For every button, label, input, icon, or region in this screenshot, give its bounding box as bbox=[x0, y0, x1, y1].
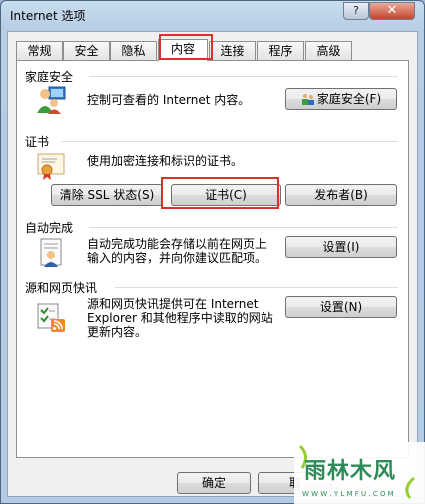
autocomplete-description-line1: 自动完成功能会存储以前在网页上 bbox=[87, 237, 268, 251]
tab-connections[interactable]: 连接 bbox=[209, 41, 256, 60]
publishers-button[interactable]: 发布者(B) bbox=[285, 184, 397, 206]
certificates-title: 证书 bbox=[25, 135, 50, 149]
feeds-description-line1: 源和网页快讯提供可在 Internet bbox=[87, 297, 259, 311]
feeds-title: 源和网页快讯 bbox=[25, 281, 98, 295]
certificate-icon bbox=[37, 153, 65, 180]
feeds-rss-icon bbox=[37, 303, 65, 332]
tab-content[interactable]: 内容 bbox=[158, 39, 208, 61]
ok-button[interactable]: 确定 bbox=[177, 472, 251, 494]
autocomplete-icon bbox=[40, 238, 62, 267]
feeds-description-line2: Explorer 和其他程序中读取的网站 bbox=[87, 311, 273, 325]
family-safety-separator bbox=[89, 76, 398, 77]
certificates-description: 使用加密连接和标识的证书。 bbox=[87, 154, 244, 168]
autocomplete-settings-button[interactable]: 设置(I) bbox=[285, 236, 397, 258]
autocomplete-separator bbox=[89, 227, 398, 228]
family-safety-small-icon bbox=[301, 94, 314, 105]
clear-ssl-state-button[interactable]: 清除 SSL 状态(S) bbox=[51, 184, 163, 206]
feeds-separator bbox=[115, 287, 398, 288]
watermark-url: W W W . Y L M F U . C O M bbox=[302, 490, 394, 498]
family-safety-button[interactable]: 家庭安全(F) bbox=[285, 88, 397, 110]
content-tab-panel: 家庭安全 控制可查看的 Internet 内容。 家庭安全(F) 证书 使用加密… bbox=[16, 60, 409, 458]
window-title: Internet 选项 bbox=[10, 9, 86, 23]
feeds-description-line3: 更新内容。 bbox=[87, 325, 148, 339]
tab-advanced[interactable]: 高级 bbox=[305, 41, 352, 60]
tab-general[interactable]: 常规 bbox=[16, 41, 63, 60]
autocomplete-description-line2: 输入的内容，并向你建议匹配项。 bbox=[87, 251, 268, 265]
feeds-settings-button[interactable]: 设置(N) bbox=[285, 296, 397, 318]
family-safety-button-label: 家庭安全(F) bbox=[316, 92, 382, 106]
family-safety-icon bbox=[37, 86, 66, 114]
autocomplete-title: 自动完成 bbox=[25, 221, 74, 235]
title-bar[interactable]: Internet 选项 ? ✕ bbox=[1, 1, 424, 31]
tab-programs[interactable]: 程序 bbox=[257, 41, 304, 60]
certificates-separator bbox=[61, 141, 398, 142]
family-safety-description: 控制可查看的 Internet 内容。 bbox=[87, 93, 251, 107]
ylmfu-watermark-logo: 雨林木风 W W W . Y L M F U . C O M bbox=[294, 442, 425, 504]
dialog-client-area: 常规 安全 隐私 内容 连接 程序 高级 家庭安全 控制可查看的 Interne… bbox=[7, 31, 418, 497]
internet-options-window: Internet 选项 ? ✕ 常规 安全 隐私 内容 连接 程序 高级 家庭安… bbox=[0, 0, 425, 504]
tab-security[interactable]: 安全 bbox=[63, 41, 110, 60]
certificates-button[interactable]: 证书(C) bbox=[171, 184, 281, 206]
tab-privacy[interactable]: 隐私 bbox=[110, 41, 157, 60]
close-button[interactable]: ✕ bbox=[369, 2, 415, 20]
help-button[interactable]: ? bbox=[343, 2, 369, 20]
watermark-brand: 雨林木风 bbox=[304, 459, 396, 484]
